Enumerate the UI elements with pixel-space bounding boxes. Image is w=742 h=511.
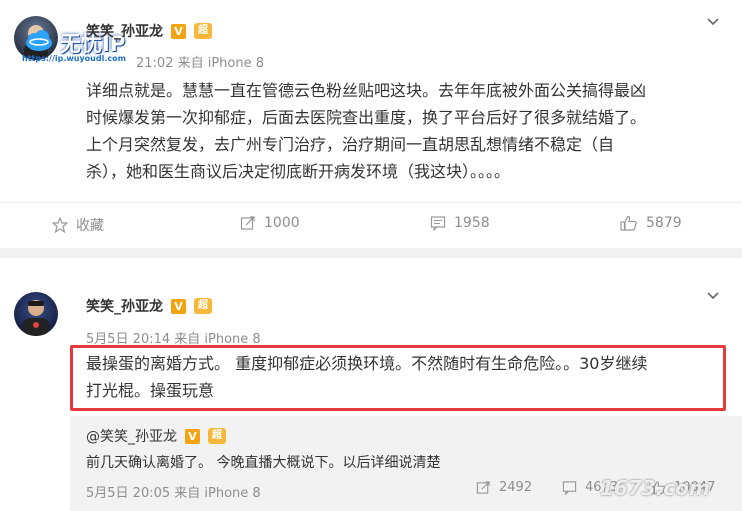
chevron-down-icon[interactable]: [707, 290, 719, 302]
verified-badge: V: [171, 298, 186, 314]
thumbs-up-icon: [620, 215, 637, 231]
username[interactable]: 笑笑_孙亚龙: [86, 21, 163, 41]
text-line: 上个月突然复发，去广州专门治疗，治疗期间一直胡思乱想情绪不稳定（自: [86, 135, 615, 154]
post-text: 详细点就是。慧慧一直在管德云色粉丝贴吧这块。去年年底被外面公关搞得最凶 时候爆发…: [86, 77, 726, 185]
username[interactable]: 笑笑_孙亚龙: [86, 296, 163, 316]
post-2: 笑笑_孙亚龙 V 超 5月5日 20:14 来自 iPhone 8 最操蛋的离婚…: [0, 258, 742, 511]
user-line: 笑笑_孙亚龙 V 超: [86, 296, 212, 316]
repost-username[interactable]: @笑笑_孙亚龙: [86, 426, 177, 446]
repost-repost-button[interactable]: 2492: [476, 480, 532, 495]
comment-button[interactable]: 1958: [430, 215, 490, 231]
post-1: 无忧IP https://ip.wuyoudl.com 笑笑_孙亚龙 V 超 2…: [0, 0, 742, 258]
verified-badge: V: [171, 23, 186, 39]
repost-icon: [240, 216, 255, 230]
favorite-button[interactable]: 收藏: [52, 215, 104, 235]
post-separator: [0, 248, 742, 258]
verified-badge: V: [185, 428, 200, 444]
chevron-down-icon[interactable]: [707, 16, 719, 28]
text-line: 最操蛋的离婚方式。 重度抑郁症必须换环境。不然随时有生命危险。。30岁继续: [86, 354, 648, 373]
divider: [0, 202, 742, 203]
like-count: 5879: [646, 215, 682, 231]
text-line: 杀），她和医生商议后决定彻底断开病发环境（我这块）。。。。: [86, 162, 511, 181]
site-watermark-text: 1673.com: [600, 476, 710, 500]
text-line: 时候爆发第一次抑郁症，后面去医院查出重度，换了平台后好了很多就结婚了。: [86, 108, 647, 127]
favorite-label: 收藏: [76, 218, 104, 234]
user-line: 笑笑_孙亚龙 V 超: [86, 21, 212, 41]
comment-count: 1958: [454, 215, 490, 231]
repost-user-line: @笑笑_孙亚龙 V 超: [86, 426, 226, 446]
watermark-url: https://ip.wuyoudl.com: [22, 54, 126, 63]
repost-count: 2492: [499, 480, 533, 495]
post-meta: 21:02 来自 iPhone 8: [136, 56, 265, 71]
comment-icon: [430, 216, 446, 231]
post-text: 最操蛋的离婚方式。 重度抑郁症必须换环境。不然随时有生命危险。。30岁继续 打光…: [86, 350, 716, 404]
like-button[interactable]: 5879: [620, 215, 682, 231]
fan-badge: 超: [194, 23, 212, 39]
text-line: 详细点就是。慧慧一直在管德云色粉丝贴吧这块。去年年底被外面公关搞得最凶: [86, 81, 647, 100]
cloud-icon: [26, 30, 52, 51]
text-line: 打光棍。操蛋玩意: [86, 381, 215, 400]
repost-meta: 5月5日 20:05 来自 iPhone 8: [86, 486, 261, 501]
star-icon: [52, 217, 68, 233]
fan-badge: 超: [194, 298, 212, 314]
avatar-image: [14, 292, 58, 336]
repost-icon: [476, 481, 490, 494]
avatar[interactable]: [14, 292, 58, 336]
repost-count: 1000: [264, 215, 300, 231]
repost-button[interactable]: 1000: [240, 215, 300, 231]
site-watermark: 1673.com: [600, 476, 710, 500]
fan-badge: 超: [208, 428, 226, 444]
repost-text: 前几天确认离婚了。 今晚直播大概说下。以后详细说清楚: [86, 455, 441, 471]
comment-icon: [562, 481, 577, 495]
